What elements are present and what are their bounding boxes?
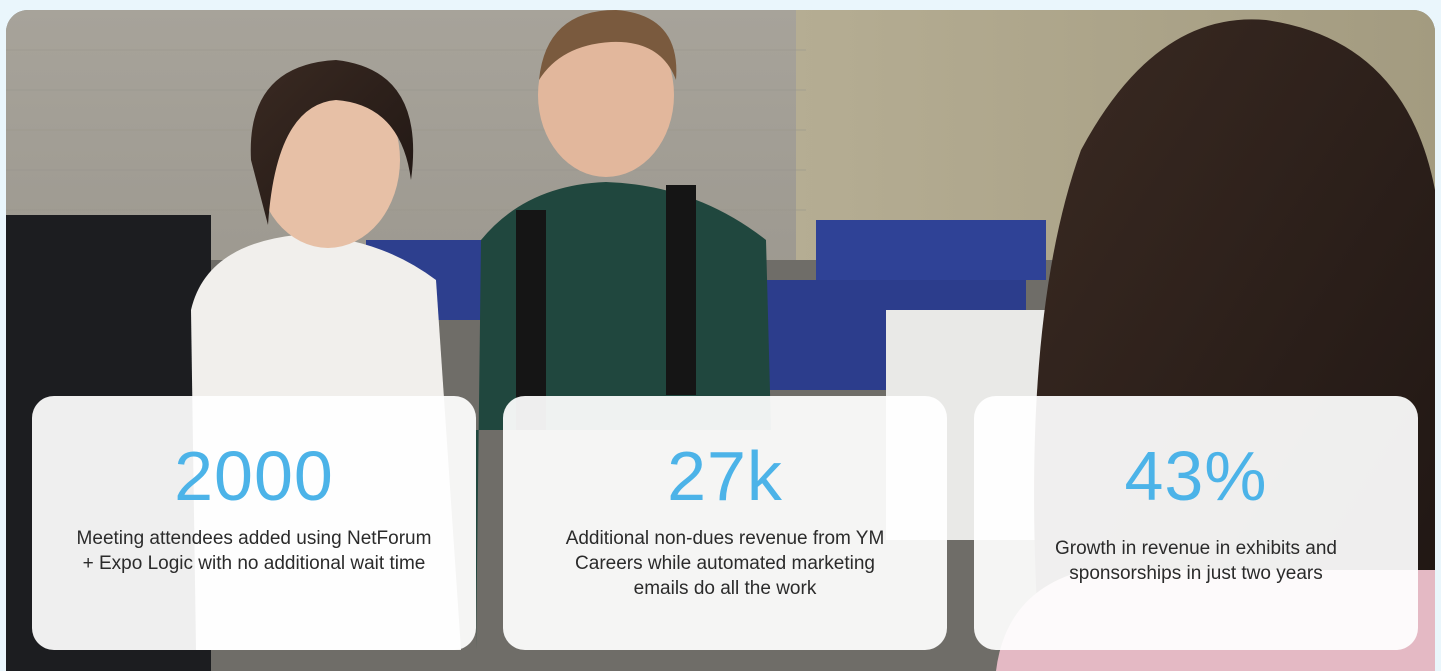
stat-description: Growth in revenue in exhibits and sponso…: [1055, 538, 1337, 584]
stat-value: 43%: [1124, 437, 1268, 515]
stat-card-attendees: 2000 Meeting attendees added using NetFo…: [32, 396, 476, 650]
stat-card-revenue: 27k Additional non-dues revenue from YM …: [503, 396, 947, 650]
stat-value: 2000: [174, 437, 334, 515]
stat-description: Meeting attendees added using NetForum +…: [76, 528, 432, 574]
stat-value: 27k: [667, 437, 783, 515]
stat-description: Additional non-dues revenue from YM Care…: [565, 528, 885, 599]
hero-section: 2000 Meeting attendees added using NetFo…: [6, 10, 1435, 671]
stat-card-growth: 43% Growth in revenue in exhibits and sp…: [974, 396, 1418, 650]
